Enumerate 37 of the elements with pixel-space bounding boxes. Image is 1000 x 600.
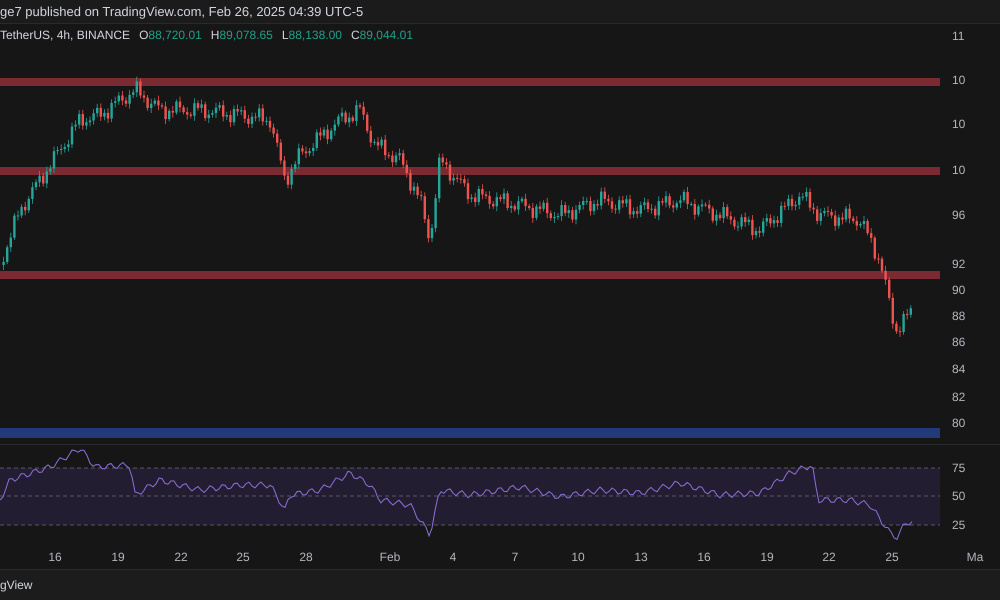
time-label: 19	[111, 550, 125, 564]
price-label: 92	[952, 257, 966, 271]
time-label: 28	[299, 550, 313, 564]
symbol-label: TetherUS, 4h, BINANCE	[0, 28, 130, 42]
time-label: 25	[236, 550, 250, 564]
rsi-label: 75	[952, 461, 966, 475]
time-label: 22	[822, 550, 836, 564]
price-label: 86	[952, 335, 966, 349]
time-label: 25	[885, 550, 899, 564]
rsi-label: 25	[952, 518, 966, 532]
time-label: 13	[634, 550, 648, 564]
price-label: 11	[952, 29, 964, 43]
time-label: 22	[174, 550, 188, 564]
rsi-label: 50	[952, 489, 966, 503]
time-label: 16	[48, 550, 62, 564]
time-label: Ma	[966, 550, 984, 564]
ohlc-value: L88,138.00	[282, 28, 342, 42]
price-label: 80	[952, 416, 966, 430]
time-label: 7	[512, 550, 518, 564]
ohlc-value: H89,078.65	[210, 28, 273, 42]
price-label: 84	[952, 362, 966, 376]
price-label: 10	[952, 117, 966, 131]
ohlc-value: O88,720.01	[139, 28, 202, 42]
price-label: 10	[952, 73, 966, 87]
time-label: 4	[450, 550, 456, 564]
time-label: 10	[571, 550, 585, 564]
price-label: 88	[952, 309, 966, 323]
ohlc-value: C89,044.01	[350, 28, 413, 42]
price-label: 82	[952, 390, 966, 404]
price-label: 10	[952, 163, 966, 177]
time-label: Feb	[380, 550, 400, 564]
time-label: 19	[760, 550, 774, 564]
publish-info: ge7 published on TradingView.com, Feb 26, 2025 04:39 UTC-5	[0, 4, 364, 19]
price-label: 90	[952, 283, 966, 297]
price-label: 96	[952, 208, 966, 222]
footer-brand: gView	[0, 578, 32, 592]
time-label: 16	[697, 550, 711, 564]
